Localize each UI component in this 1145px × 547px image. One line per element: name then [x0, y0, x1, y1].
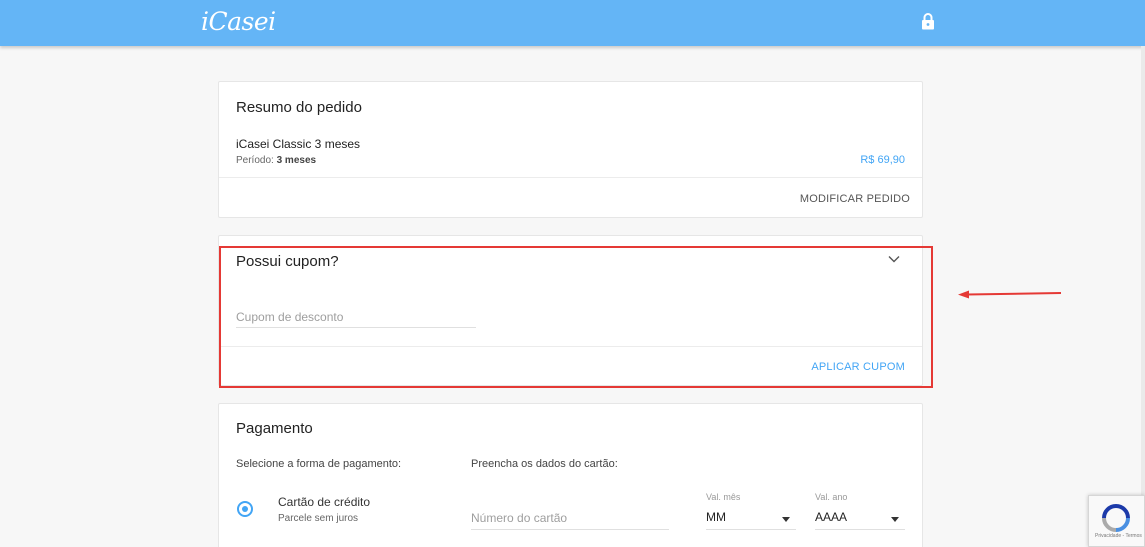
- modify-order-button[interactable]: MODIFICAR PEDIDO: [800, 193, 910, 205]
- payment-card: Pagamento Selecione a forma de pagamento…: [218, 403, 923, 547]
- card-data-label: Preencha os dados do cartão:: [471, 458, 618, 470]
- expiry-month-caption: Val. mês: [706, 492, 741, 502]
- expiry-month-value: MM: [706, 510, 726, 524]
- recaptcha-icon: [1102, 504, 1130, 532]
- expiry-year-value: AAAA: [815, 510, 848, 524]
- payment-title: Pagamento: [236, 420, 313, 437]
- period-value: 3 meses: [276, 155, 317, 166]
- payment-method-label: Selecione a forma de pagamento:: [236, 458, 402, 470]
- plan-price: R$ 69,90: [860, 154, 905, 166]
- top-bar: iCasei: [0, 0, 1145, 46]
- annotation-highlight-box: [219, 246, 933, 388]
- expiry-year-caption: Val. ano: [815, 492, 848, 502]
- scrollbar[interactable]: [1141, 46, 1145, 547]
- period-label: Período:: [236, 155, 274, 166]
- credit-card-radio-icon[interactable]: [237, 501, 253, 517]
- card-number-input[interactable]: [471, 506, 669, 530]
- divider: [219, 177, 922, 178]
- recaptcha-terms[interactable]: Privacidade - Termos: [1095, 533, 1142, 539]
- order-summary-card: Resumo do pedido iCasei Classic 3 meses …: [218, 81, 923, 218]
- caret-down-icon: [891, 517, 899, 522]
- plan-name: iCasei Classic 3 meses: [236, 137, 361, 151]
- credit-card-option-subtitle: Parcele sem juros: [278, 513, 359, 524]
- lock-icon: [922, 13, 934, 30]
- expiry-year-select[interactable]: Val. ano AAAA: [815, 492, 905, 530]
- icasei-logo[interactable]: iCasei: [201, 7, 276, 36]
- annotation-arrow-icon: [958, 290, 1062, 299]
- plan-period: Período: 3 meses: [236, 155, 316, 166]
- caret-down-icon: [782, 517, 790, 522]
- credit-card-option-title[interactable]: Cartão de crédito: [278, 495, 370, 509]
- recaptcha-badge[interactable]: Privacidade - Termos: [1088, 495, 1145, 547]
- expiry-month-select[interactable]: Val. mês MM: [706, 492, 796, 530]
- order-summary-title: Resumo do pedido: [236, 99, 362, 116]
